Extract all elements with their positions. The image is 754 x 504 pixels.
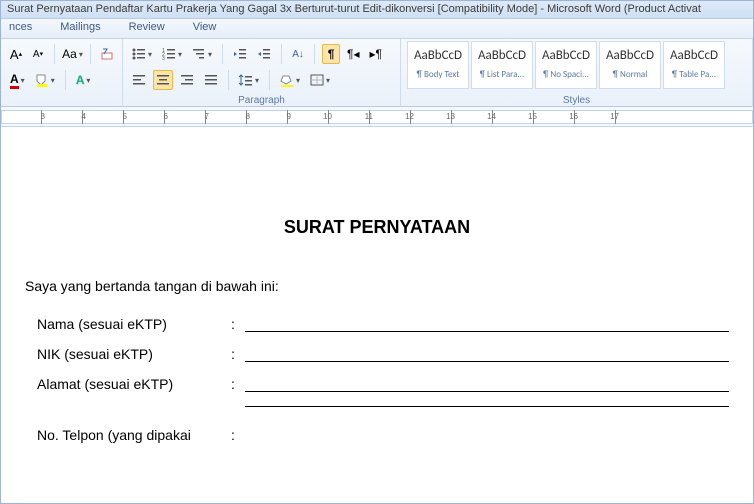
label-nama: Nama (sesuai eKTP)	[37, 316, 231, 332]
intro-text: Saya yang bertanda tangan di bawah ini:	[25, 278, 729, 294]
bullets-button[interactable]	[129, 44, 155, 64]
align-justify-button[interactable]	[201, 70, 221, 90]
style-normal[interactable]: AaBbCcD¶ Normal	[599, 41, 661, 89]
group-label-styles: Styles	[401, 95, 752, 106]
document-page[interactable]: SURAT PERNYATAAN Saya yang bertanda tang…	[1, 127, 753, 503]
window-titlebar: Surat Pernyataan Pendaftar Kartu Prakerj…	[1, 1, 753, 19]
increase-indent-button[interactable]	[254, 44, 274, 64]
ribbon-group-font-partial: A▴ A▾ Aa A A	[1, 39, 123, 107]
value-nama	[245, 316, 729, 332]
ribbon-group-paragraph: 123 A↓ ¶ ¶◂ ▸¶ Paragraph	[123, 39, 401, 107]
bullets-icon	[132, 48, 146, 60]
document-title: SURAT PERNYATAAN	[25, 217, 729, 238]
align-right-button[interactable]	[177, 70, 197, 90]
tab-view[interactable]: View	[193, 21, 217, 36]
align-center-icon	[156, 74, 170, 86]
value-alamat-line2	[245, 406, 729, 407]
ribbon-tabs: nces Mailings Review View	[1, 19, 753, 39]
style-list-paragraph[interactable]: AaBbCcD¶ List Para...	[471, 41, 533, 89]
paint-bucket-icon	[280, 73, 294, 87]
svg-text:3: 3	[162, 56, 165, 60]
field-nama: Nama (sesuai eKTP) :	[25, 316, 729, 332]
rtl-button[interactable]: ▸¶	[367, 44, 385, 64]
value-telpon	[245, 427, 729, 443]
grow-font-button[interactable]: A▴	[7, 44, 25, 64]
value-nik	[245, 346, 729, 362]
shading-button[interactable]	[277, 70, 303, 90]
outdent-icon	[233, 48, 247, 60]
field-nik: NIK (sesuai eKTP) :	[25, 346, 729, 362]
multilevel-icon	[192, 48, 206, 60]
highlight-icon	[35, 73, 49, 87]
tab-references[interactable]: nces	[9, 21, 32, 36]
borders-button[interactable]	[307, 70, 333, 90]
sort-button[interactable]: A↓	[289, 44, 307, 64]
decrease-indent-button[interactable]	[230, 44, 250, 64]
horizontal-ruler[interactable]: 34567891011121314151617	[1, 107, 753, 127]
align-left-icon	[132, 74, 146, 86]
style-body-text[interactable]: AaBbCcD¶ Body Text	[407, 41, 469, 89]
highlight-button[interactable]	[32, 70, 58, 90]
change-case-button[interactable]: Aa	[62, 44, 84, 64]
align-left-button[interactable]	[129, 70, 149, 90]
align-right-icon	[180, 74, 194, 86]
eraser-icon	[101, 47, 113, 61]
label-nik: NIK (sesuai eKTP)	[37, 346, 231, 362]
label-alamat: Alamat (sesuai eKTP)	[37, 376, 231, 392]
label-telpon: No. Telpon (yang dipakai	[37, 427, 231, 443]
shrink-font-button[interactable]: A▾	[29, 44, 47, 64]
ribbon: A▴ A▾ Aa A A 123 A↓	[1, 39, 753, 107]
field-alamat: Alamat (sesuai eKTP) :	[25, 376, 729, 392]
line-spacing-button[interactable]	[236, 70, 262, 90]
clear-formatting-button[interactable]	[98, 44, 116, 64]
tab-review[interactable]: Review	[129, 21, 165, 36]
style-table-paragraph[interactable]: AaBbCcD¶ Table Pa...	[663, 41, 725, 89]
ltr-button[interactable]: ¶◂	[344, 44, 362, 64]
indent-icon	[257, 48, 271, 60]
group-label-paragraph: Paragraph	[123, 95, 400, 106]
font-color-button[interactable]: A	[7, 70, 28, 90]
align-justify-icon	[204, 74, 218, 86]
ribbon-group-styles: AaBbCcD¶ Body Text AaBbCcD¶ List Para...…	[401, 39, 753, 107]
numbering-icon: 123	[162, 48, 176, 60]
tab-mailings[interactable]: Mailings	[60, 21, 100, 36]
value-alamat	[245, 376, 729, 392]
line-spacing-icon	[239, 74, 253, 86]
borders-icon	[310, 74, 324, 86]
text-effects-button[interactable]: A	[73, 70, 94, 90]
align-center-button[interactable]	[153, 70, 173, 90]
show-paragraph-marks-button[interactable]: ¶	[322, 44, 340, 64]
field-telpon: No. Telpon (yang dipakai :	[25, 427, 729, 443]
style-no-spacing[interactable]: AaBbCcD¶ No Spaci...	[535, 41, 597, 89]
numbering-button[interactable]: 123	[159, 44, 185, 64]
multilevel-list-button[interactable]	[189, 44, 215, 64]
styles-gallery[interactable]: AaBbCcD¶ Body Text AaBbCcD¶ List Para...…	[407, 41, 746, 89]
